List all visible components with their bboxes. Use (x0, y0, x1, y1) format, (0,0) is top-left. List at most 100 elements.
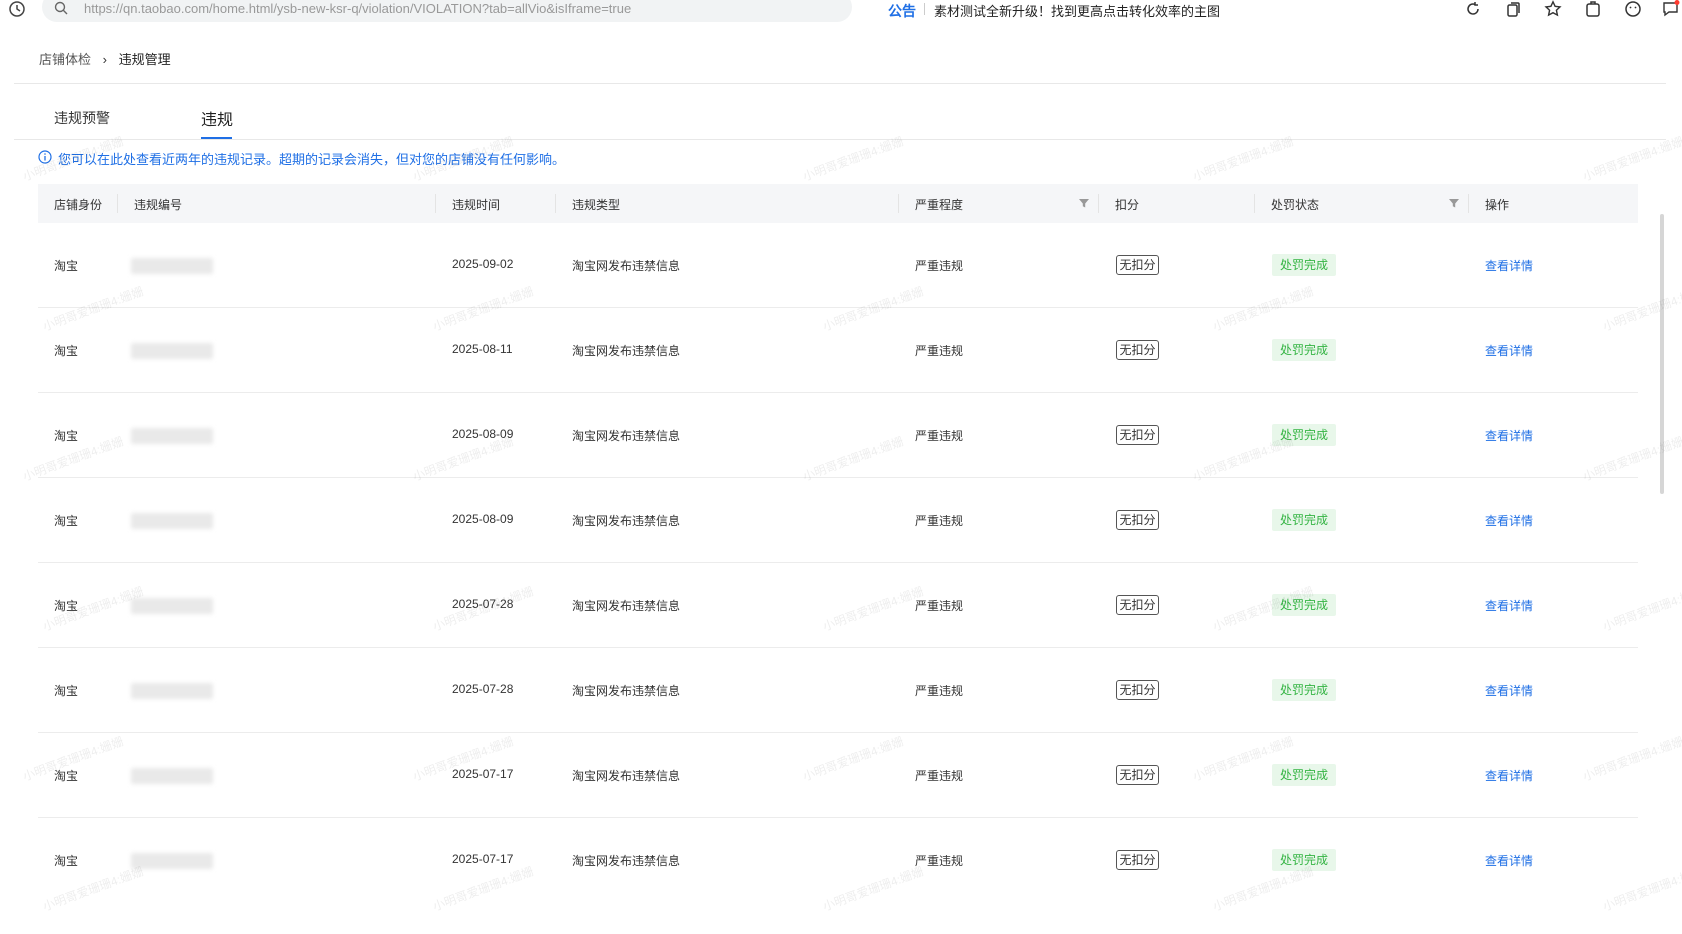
view-details-link[interactable]: 查看详情 (1485, 767, 1533, 784)
column-divider (1468, 194, 1469, 213)
cell-time: 2025-08-09 (452, 512, 514, 526)
star-icon[interactable] (1544, 0, 1562, 18)
view-details-link[interactable]: 查看详情 (1485, 427, 1533, 444)
info-tip-text: 您可以在此处查看近两年的违规记录。超期的记录会消失，但对您的店铺没有任何影响。 (58, 152, 566, 167)
cell-number-redacted (131, 513, 213, 529)
status-badge: 处罚完成 (1272, 509, 1336, 531)
deduct-badge: 无扣分 (1116, 595, 1159, 615)
cell-type: 淘宝网发布违禁信息 (572, 599, 681, 613)
divider (14, 83, 1666, 84)
deduct-badge: 无扣分 (1116, 425, 1159, 445)
severity-filter-icon[interactable] (1078, 197, 1090, 209)
status-filter-icon[interactable] (1448, 197, 1460, 209)
status-badge: 处罚完成 (1272, 424, 1336, 446)
url-text[interactable]: https://qn.taobao.com/home.html/ysb-new-… (84, 1, 631, 16)
cell-time: 2025-07-17 (452, 767, 514, 781)
smile-icon[interactable] (1624, 0, 1642, 18)
view-details-link[interactable]: 查看详情 (1485, 512, 1533, 529)
column-divider (435, 194, 436, 213)
cell-identity: 淘宝 (54, 769, 79, 783)
table-row: 淘宝 2025-09-02 淘宝网发布违禁信息 严重违规 无扣分 处罚完成 查看详情 (38, 223, 1638, 308)
notice-divider (924, 3, 925, 15)
column-header-deduct: 扣分 (1115, 198, 1140, 212)
cell-severity: 严重违规 (915, 599, 964, 613)
browser-toolbar: https://qn.taobao.com/home.html/ysb-new-… (0, 0, 1682, 30)
column-divider (1254, 194, 1255, 213)
column-header-number: 违规编号 (134, 198, 183, 212)
tabs-divider (14, 139, 1666, 140)
column-header-action: 操作 (1485, 198, 1510, 212)
deduct-badge: 无扣分 (1116, 255, 1159, 275)
notice-label: 公告 (888, 3, 916, 19)
cell-time: 2025-07-28 (452, 682, 514, 696)
cell-number-redacted (131, 683, 213, 699)
cell-number-redacted (131, 768, 213, 784)
cell-identity: 淘宝 (54, 514, 79, 528)
cell-type: 淘宝网发布违禁信息 (572, 344, 681, 358)
history-icon[interactable] (8, 0, 26, 18)
search-icon (54, 1, 68, 15)
cell-type: 淘宝网发布违禁信息 (572, 684, 681, 698)
deduct-badge: 无扣分 (1116, 510, 1159, 530)
column-header-severity: 严重程度 (915, 198, 964, 212)
refresh-icon[interactable] (1464, 0, 1482, 18)
cell-time: 2025-08-09 (452, 427, 514, 441)
cell-type: 淘宝网发布违禁信息 (572, 854, 681, 868)
scrollbar[interactable] (1660, 214, 1664, 494)
view-details-link[interactable]: 查看详情 (1485, 682, 1533, 699)
watermark-text: 小明哥爱珊珊4:姗姗 (1580, 134, 1682, 184)
chevron-right-icon: › (102, 52, 107, 67)
tab-violation-warning[interactable]: 违规预警 (54, 108, 110, 128)
cell-time: 2025-08-11 (452, 342, 513, 356)
breadcrumb-current: 违规管理 (118, 52, 171, 67)
table-row: 淘宝 2025-08-09 淘宝网发布违禁信息 严重违规 无扣分 处罚完成 查看详情 (38, 393, 1638, 478)
cell-time: 2025-07-17 (452, 852, 514, 866)
info-icon (38, 150, 52, 164)
deduct-badge: 无扣分 (1116, 850, 1159, 870)
cell-severity: 严重违规 (915, 344, 964, 358)
watermark-text: 小明哥爱珊珊4:姗姗 (1190, 134, 1296, 184)
view-details-link[interactable]: 查看详情 (1485, 257, 1533, 274)
cell-number-redacted (131, 853, 213, 869)
cell-identity: 淘宝 (54, 854, 79, 868)
cell-severity: 严重违规 (915, 514, 964, 528)
status-badge: 处罚完成 (1272, 849, 1336, 871)
notice-text[interactable]: 素材测试全新升级！找到更高点击转化效率的主图 (934, 1, 1220, 20)
cell-type: 淘宝网发布违禁信息 (572, 514, 681, 528)
view-details-link[interactable]: 查看详情 (1485, 852, 1533, 869)
table-row: 淘宝 2025-08-09 淘宝网发布违禁信息 严重违规 无扣分 处罚完成 查看详情 (38, 478, 1638, 563)
breadcrumb-root[interactable]: 店铺体检 (39, 52, 91, 67)
cell-type: 淘宝网发布违禁信息 (572, 769, 681, 783)
status-badge: 处罚完成 (1272, 679, 1336, 701)
cell-number-redacted (131, 343, 213, 359)
deduct-badge: 无扣分 (1116, 765, 1159, 785)
address-bar[interactable]: https://qn.taobao.com/home.html/ysb-new-… (42, 0, 852, 22)
deduct-badge: 无扣分 (1116, 340, 1159, 360)
column-header-type: 违规类型 (572, 198, 621, 212)
cell-number-redacted (131, 598, 213, 614)
table-header: 店铺身份 违规编号 违规时间 违规类型 严重程度 扣分 处罚状态 操作 (38, 184, 1638, 223)
table-row: 淘宝 2025-07-28 淘宝网发布违禁信息 严重违规 无扣分 处罚完成 查看详情 (38, 648, 1638, 733)
deduct-badge: 无扣分 (1116, 680, 1159, 700)
cell-type: 淘宝网发布违禁信息 (572, 259, 681, 273)
chat-icon[interactable] (1662, 0, 1680, 18)
column-header-status: 处罚状态 (1271, 198, 1320, 212)
tab-violation[interactable]: 违规 (201, 106, 233, 130)
watermark-text: 小明哥爱珊珊4:姗姗 (800, 134, 906, 184)
cell-number-redacted (131, 428, 213, 444)
column-divider (117, 194, 118, 213)
status-badge: 处罚完成 (1272, 594, 1336, 616)
cell-severity: 严重违规 (915, 769, 964, 783)
cell-identity: 淘宝 (54, 599, 79, 613)
cell-identity: 淘宝 (54, 429, 79, 443)
table-row: 淘宝 2025-08-11 淘宝网发布违禁信息 严重违规 无扣分 处罚完成 查看详情 (38, 308, 1638, 393)
extension-icon[interactable] (1584, 0, 1602, 18)
cell-identity: 淘宝 (54, 684, 79, 698)
cell-severity: 严重违规 (915, 259, 964, 273)
view-details-link[interactable]: 查看详情 (1485, 597, 1533, 614)
copy-icon[interactable] (1504, 0, 1522, 18)
view-details-link[interactable]: 查看详情 (1485, 342, 1533, 359)
cell-severity: 严重违规 (915, 429, 964, 443)
breadcrumb: 店铺体检 › 违规管理 (39, 49, 171, 68)
cell-number-redacted (131, 258, 213, 274)
